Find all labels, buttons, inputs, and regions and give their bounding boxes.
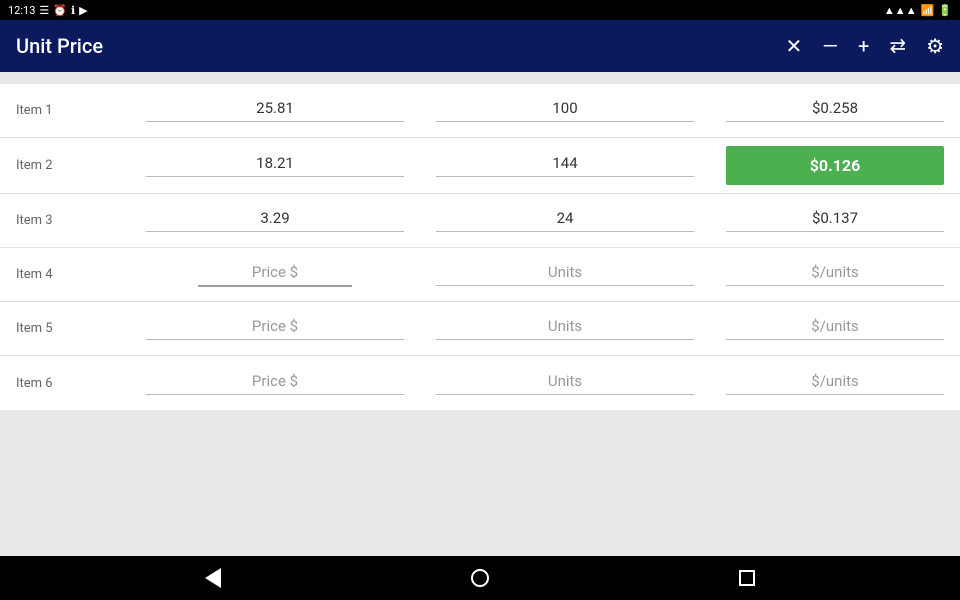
price-cell[interactable]: 3.29 — [130, 201, 420, 240]
minimize-button[interactable]: — — [822, 34, 838, 58]
price-value: 25.81 — [256, 99, 294, 117]
price-cell[interactable]: Price $ — [130, 364, 420, 403]
result-value: $0.258 — [812, 99, 858, 117]
signal-icon: 📶 — [921, 4, 935, 17]
units-cell[interactable]: Units — [420, 255, 710, 294]
units-underline — [436, 231, 694, 232]
item-label: Item 3 — [0, 205, 130, 236]
result-underline — [726, 231, 944, 232]
result-underline — [726, 339, 944, 340]
price-value: 18.21 — [256, 154, 294, 172]
result-cell-highlighted: $0.126 — [710, 138, 960, 193]
wifi-icon: ▲▲▲ — [884, 4, 917, 17]
alarm-icon: ⏰ — [53, 4, 67, 17]
item-label: Item 6 — [0, 368, 130, 399]
units-cell[interactable]: 100 — [420, 91, 710, 130]
result-value: $0.137 — [812, 209, 858, 227]
result-placeholder: $/units — [811, 317, 858, 335]
units-cell[interactable]: Units — [420, 309, 710, 348]
settings-icon[interactable]: ⚙ — [926, 34, 944, 58]
item-label: Item 1 — [0, 95, 130, 126]
units-value: 24 — [557, 209, 574, 227]
back-button[interactable] — [193, 558, 233, 598]
recent-icon — [739, 570, 755, 586]
status-time: 12:13 — [8, 4, 35, 17]
status-bar-left: 12:13 ☰ ⏰ ℹ ▶ — [8, 4, 88, 17]
page-title: Unit Price — [16, 34, 103, 58]
result-underline — [726, 285, 944, 286]
units-placeholder: Units — [548, 372, 582, 390]
price-placeholder: Price $ — [252, 263, 298, 281]
units-placeholder: Units — [548, 263, 582, 281]
back-icon — [205, 568, 221, 588]
title-bar: Unit Price ✕ — + ⇅ ⚙ — [0, 20, 960, 72]
units-cell[interactable]: Units — [420, 364, 710, 403]
battery-icon: 🔋 — [938, 4, 952, 17]
table-row: Item 4 Price $ Units $/units — [0, 248, 960, 302]
result-underline — [726, 121, 944, 122]
notification-icon: ☰ — [39, 4, 49, 17]
result-cell: $0.258 — [710, 91, 960, 130]
units-underline — [436, 285, 694, 286]
price-cell[interactable]: Price $ — [130, 255, 420, 295]
item-label: Item 2 — [0, 150, 130, 181]
result-placeholder: $/units — [811, 263, 858, 281]
item-label: Item 5 — [0, 313, 130, 344]
units-value: 144 — [552, 154, 577, 172]
table-row: Item 6 Price $ Units $/units — [0, 356, 960, 410]
status-bar-right: ▲▲▲ 📶 🔋 — [884, 4, 952, 17]
result-cell: $0.137 — [710, 201, 960, 240]
price-underline — [146, 339, 404, 340]
units-placeholder: Units — [548, 317, 582, 335]
home-button[interactable] — [460, 558, 500, 598]
home-icon — [471, 569, 489, 587]
close-button[interactable]: ✕ — [786, 34, 803, 58]
result-placeholder: $/units — [811, 372, 858, 390]
units-underline — [436, 176, 694, 177]
price-value: 3.29 — [260, 209, 289, 227]
units-cell[interactable]: 24 — [420, 201, 710, 240]
price-underline — [146, 231, 404, 232]
price-underline — [146, 176, 404, 177]
price-cell[interactable]: Price $ — [130, 309, 420, 348]
table-row: Item 5 Price $ Units $/units — [0, 302, 960, 356]
main-content: Item 1 25.81 100 $0.258 Item 2 18.21 14 — [0, 72, 960, 556]
best-value-badge: $0.126 — [726, 146, 944, 185]
table-container: Item 1 25.81 100 $0.258 Item 2 18.21 14 — [0, 84, 960, 410]
result-cell: $/units — [710, 309, 960, 348]
units-underline — [436, 339, 694, 340]
units-value: 100 — [552, 99, 577, 117]
title-bar-actions: ✕ — + ⇅ ⚙ — [786, 34, 944, 58]
media-icon: ▶ — [79, 4, 87, 17]
recent-button[interactable] — [727, 558, 767, 598]
bottom-nav — [0, 556, 960, 600]
price-placeholder: Price $ — [252, 372, 298, 390]
units-cell[interactable]: 144 — [420, 146, 710, 185]
price-underline-active — [198, 285, 353, 287]
info-icon: ℹ — [71, 4, 75, 17]
result-cell: $/units — [710, 364, 960, 403]
units-underline — [436, 394, 694, 395]
price-underline — [146, 121, 404, 122]
table-row: Item 1 25.81 100 $0.258 — [0, 84, 960, 138]
price-cell[interactable]: 25.81 — [130, 91, 420, 130]
price-underline — [146, 394, 404, 395]
price-placeholder: Price $ — [252, 317, 298, 335]
units-underline — [436, 121, 694, 122]
result-underline — [726, 394, 944, 395]
item-label: Item 4 — [0, 259, 130, 290]
price-cell[interactable]: 18.21 — [130, 146, 420, 185]
add-button[interactable]: + — [858, 34, 869, 58]
table-row: Item 2 18.21 144 $0.126 — [0, 138, 960, 194]
result-cell: $/units — [710, 255, 960, 294]
table-row: Item 3 3.29 24 $0.137 — [0, 194, 960, 248]
resize-button[interactable]: ⇅ — [886, 38, 910, 55]
status-bar: 12:13 ☰ ⏰ ℹ ▶ ▲▲▲ 📶 🔋 — [0, 0, 960, 20]
